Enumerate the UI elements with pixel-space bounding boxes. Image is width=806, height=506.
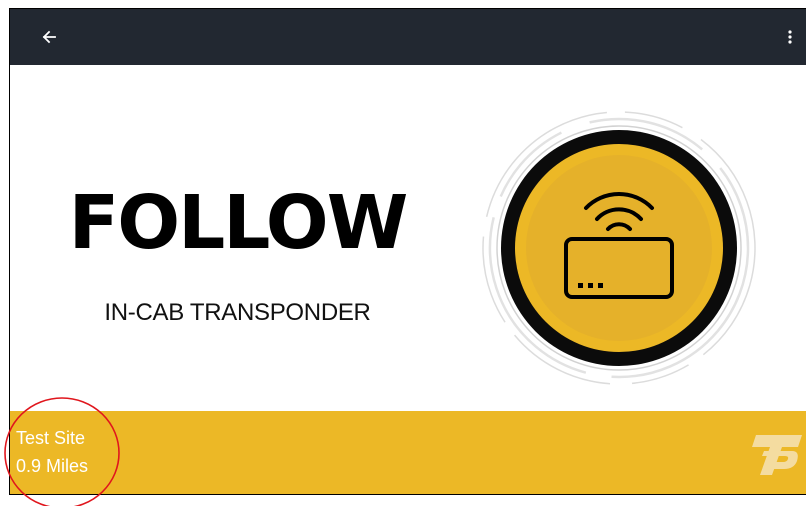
site-status-bar: Test Site 0.9 Miles: [10, 411, 806, 494]
instruction-subtitle: IN-CAB TRANSPONDER: [104, 299, 371, 326]
site-name: Test Site: [16, 428, 86, 448]
brand-logo-icon: [752, 435, 802, 475]
arrow-left-icon: [42, 30, 56, 44]
app-window: FOLLOW IN-CAB TRANSPONDER Test Site 0.9 …: [9, 8, 806, 495]
instruction-panel: FOLLOW IN-CAB TRANSPONDER: [10, 65, 806, 411]
app-bar: [10, 9, 806, 65]
overflow-menu-button[interactable]: [778, 23, 802, 51]
more-vert-icon: [788, 30, 792, 44]
site-distance: 0.9 Miles: [16, 456, 89, 476]
back-button[interactable]: [34, 23, 64, 51]
wireless-transponder-icon: [482, 111, 756, 385]
instruction-title: FOLLOW: [68, 180, 409, 266]
